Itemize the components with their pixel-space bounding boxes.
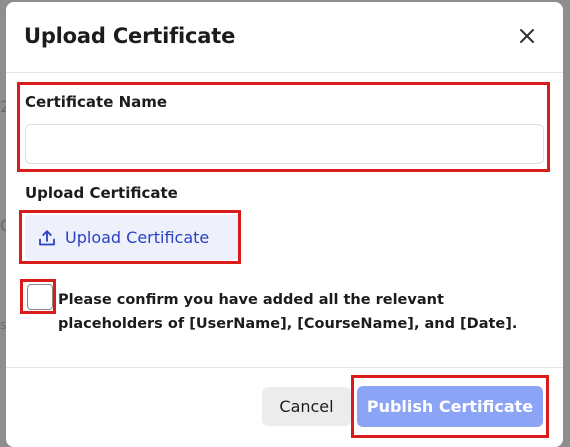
placeholder-coursename: [CourseName]	[297, 316, 414, 332]
upload-certificate-dialog: Upload Certificate Certificate Name Uplo…	[6, 2, 563, 447]
confirm-placeholders-checkbox[interactable]	[27, 284, 53, 310]
placeholder-username: [UserName]	[189, 316, 287, 332]
upload-certificate-label: Upload Certificate	[25, 184, 178, 202]
cancel-button[interactable]: Cancel	[262, 387, 351, 426]
upload-certificate-button-label: Upload Certificate	[65, 228, 210, 247]
dialog-header: Upload Certificate	[6, 2, 563, 73]
certificate-name-label: Certificate Name	[25, 93, 168, 111]
dialog-title: Upload Certificate	[24, 24, 236, 48]
dialog-footer-divider	[6, 367, 563, 368]
upload-icon	[39, 229, 55, 245]
confirm-text-end: .	[511, 316, 518, 332]
confirm-text-separator: ,	[286, 316, 298, 332]
certificate-name-input[interactable]	[25, 124, 544, 164]
publish-certificate-button[interactable]: Publish Certificate	[357, 386, 543, 427]
placeholder-date: [Date]	[460, 316, 512, 332]
close-button[interactable]	[517, 26, 537, 46]
confirm-text-separator: , and	[413, 316, 461, 332]
close-icon	[520, 29, 534, 43]
confirm-placeholders-text: Please confirm you have added all the re…	[58, 288, 548, 336]
upload-certificate-button[interactable]: Upload Certificate	[25, 215, 239, 260]
